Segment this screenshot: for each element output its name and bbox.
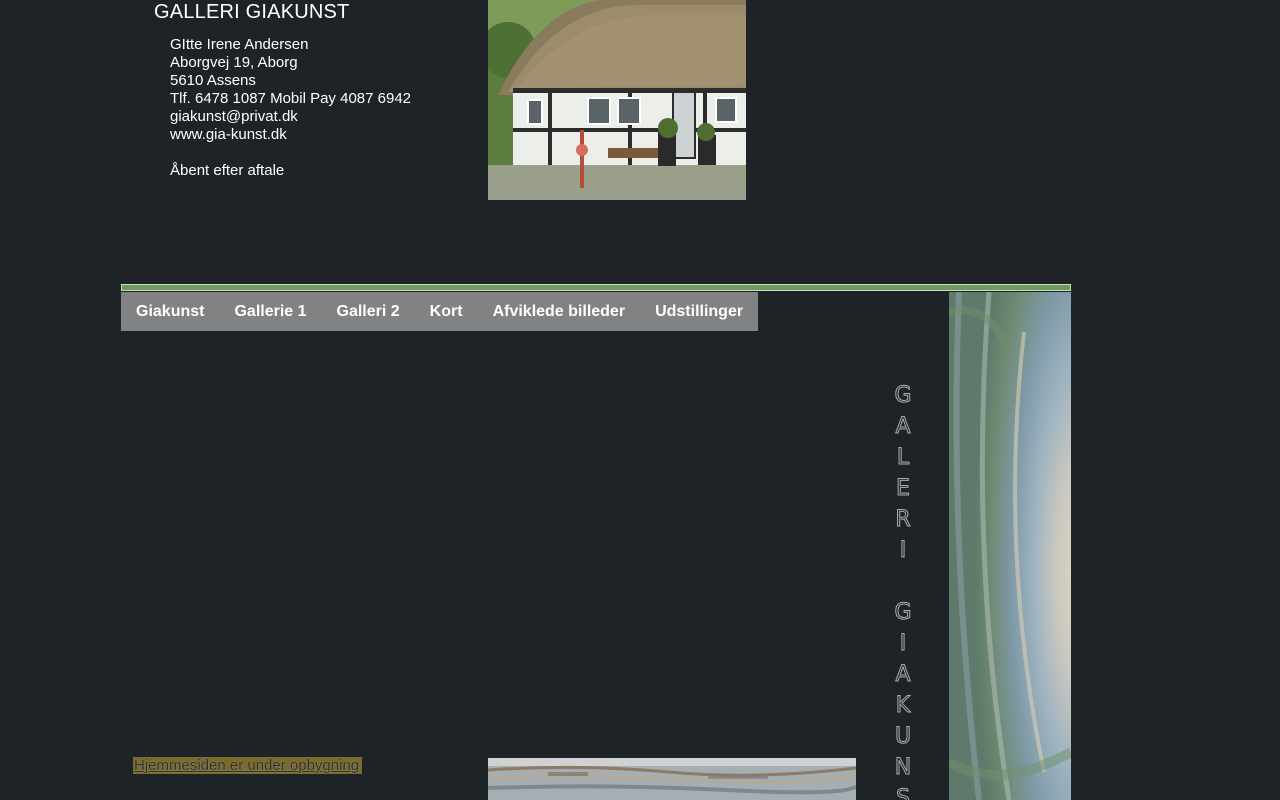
bottom-painting: [488, 758, 856, 800]
nav-item-udstillinger[interactable]: Udstillinger: [655, 303, 743, 321]
nav-item-afviklede-billeder[interactable]: Afviklede billeder: [493, 303, 626, 321]
page: GALLERI GIAKUNST GItte Irene Andersen Ab…: [0, 0, 1280, 800]
bottom-painting-image: [488, 758, 856, 800]
site-title: GALLERI GIAKUNST: [154, 1, 350, 23]
vertical-letter: N: [894, 755, 912, 781]
contact-address: Aborgvej 19, Aborg: [170, 54, 298, 71]
contact-hours: Åbent efter aftale: [170, 162, 285, 179]
vertical-letter: A: [895, 414, 911, 440]
contact-spacer: [170, 144, 411, 162]
nav-item-gallerie-1[interactable]: Gallerie 1: [234, 303, 306, 321]
nav-divider: [121, 284, 1071, 291]
vertical-letter: I: [899, 538, 907, 564]
vertical-letter: E: [896, 476, 911, 502]
contact-name: GItte Irene Andersen: [170, 36, 309, 53]
construction-notice[interactable]: Hjemmesiden er under opbygning: [133, 757, 363, 774]
nav-item-giakunst[interactable]: Giakunst: [136, 303, 204, 321]
vertical-letter: K: [895, 693, 911, 719]
house-photo-image: [488, 0, 746, 200]
vertical-letter-space: [888, 566, 918, 597]
vertical-letter: G: [894, 600, 912, 626]
painting-strip: [949, 292, 1071, 800]
vertical-letter: U: [894, 724, 912, 750]
vertical-title: G A L E R I G I A K U N S: [888, 380, 918, 800]
contact-email: giakunst@privat.dk: [170, 108, 298, 125]
painting-strip-image: [949, 292, 1071, 800]
contact-phone: Tlf. 6478 1087 Mobil Pay 4087 6942: [170, 90, 412, 107]
vertical-letter: S: [896, 786, 911, 800]
nav-item-galleri-2[interactable]: Galleri 2: [337, 303, 400, 321]
vertical-letter: L: [896, 445, 910, 471]
vertical-letter: G: [894, 383, 912, 409]
house-photo: [488, 0, 746, 200]
vertical-letter: A: [895, 662, 911, 688]
contact-website: www.gia-kunst.dk: [170, 126, 287, 143]
vertical-letter: R: [895, 507, 911, 533]
nav-item-kort[interactable]: Kort: [430, 303, 463, 321]
contact-block: GItte Irene Andersen Aborgvej 19, Aborg …: [170, 36, 411, 180]
contact-city: 5610 Assens: [170, 72, 256, 89]
vertical-letter: I: [899, 631, 907, 657]
main-nav: Giakunst Gallerie 1 Galleri 2 Kort Afvik…: [121, 292, 759, 331]
